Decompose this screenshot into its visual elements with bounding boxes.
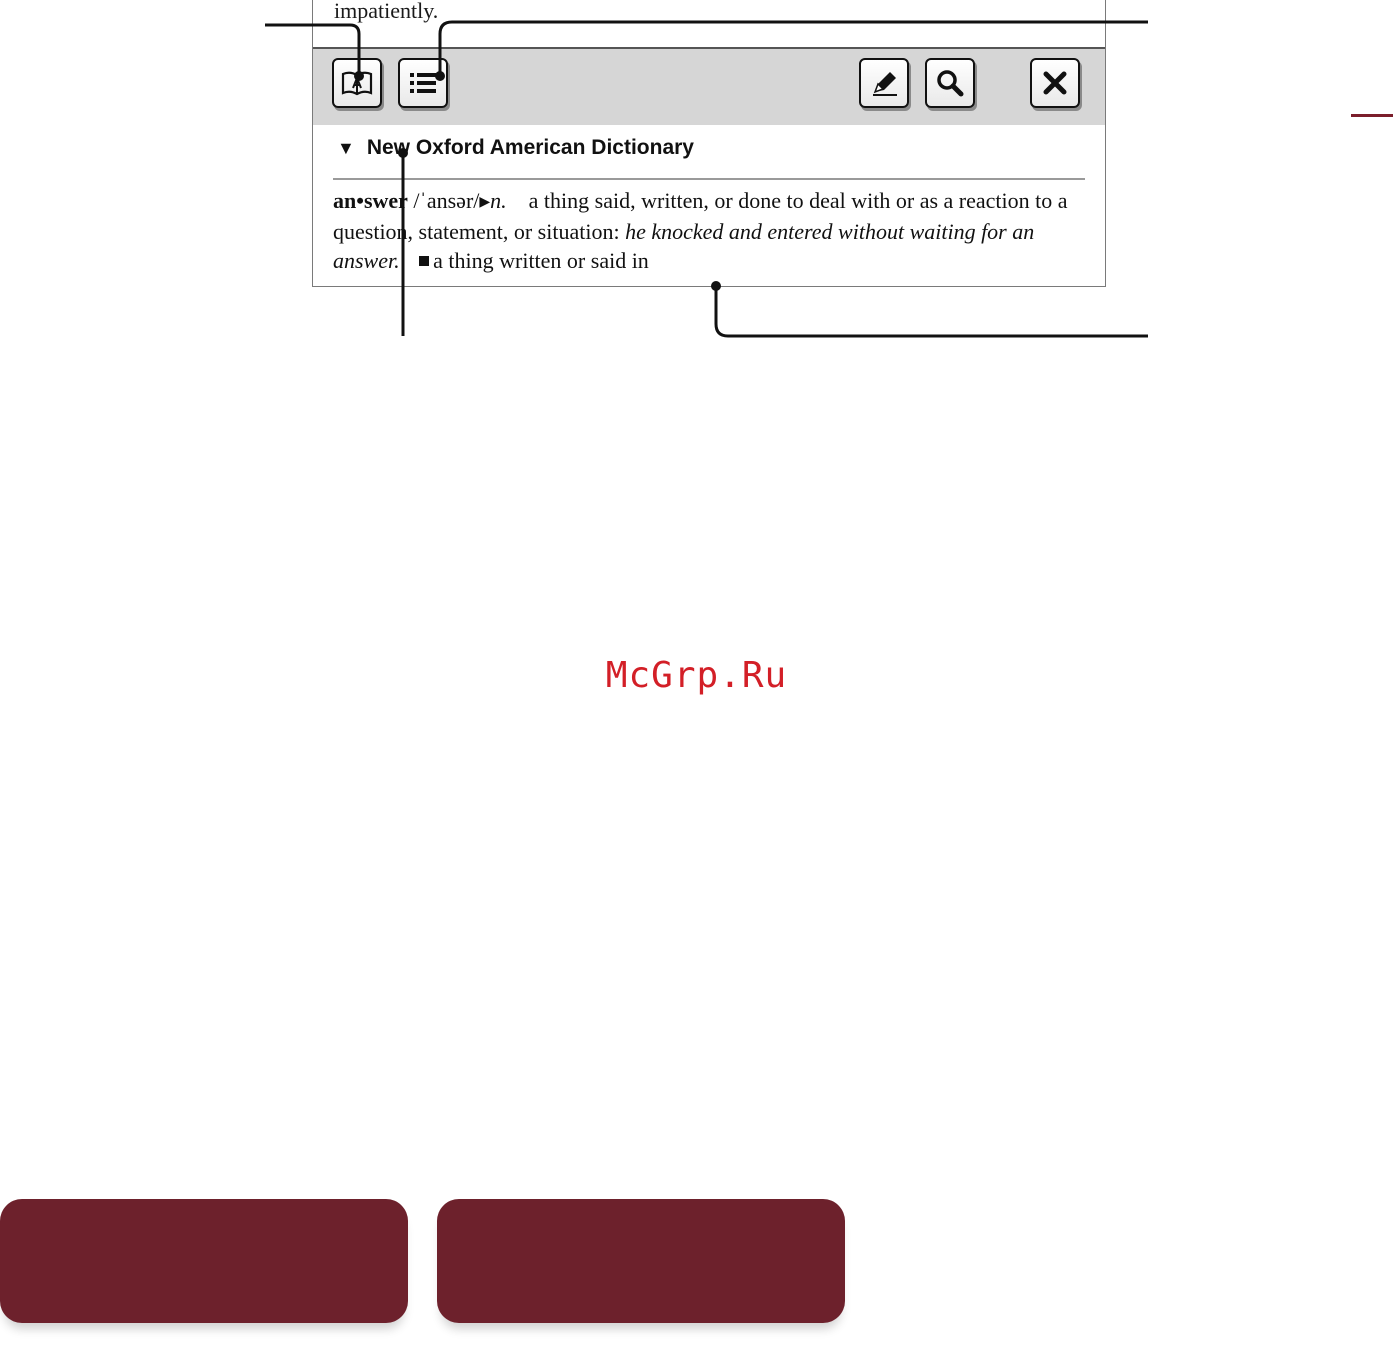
dictionary-entry: an•swer /ˈansər/▶n. a thing said, writte… [333, 186, 1085, 275]
callout-line-entry [714, 286, 1148, 338]
dictionary-book-button[interactable] [332, 58, 382, 108]
header-divider [333, 178, 1085, 180]
nav-tab-right[interactable] [437, 1199, 845, 1323]
pen-button[interactable] [859, 58, 909, 108]
pos-marker-icon: ▶ [479, 195, 491, 210]
list-icon [410, 73, 436, 93]
nav-tab-left[interactable] [0, 1199, 408, 1323]
pencil-icon [873, 72, 897, 96]
dictionary-toolbar [313, 47, 1105, 125]
entry-definition-2: a thing written or said in [433, 248, 649, 273]
dictionary-name-header[interactable]: ▼ New Oxford American Dictionary [337, 136, 694, 160]
previous-page-text: impatiently. [334, 0, 439, 23]
section-accent-mark [1351, 114, 1393, 117]
collapse-triangle-icon: ▼ [337, 137, 355, 158]
open-book-icon [341, 71, 373, 96]
watermark-text: McGrp.Ru [605, 655, 788, 696]
list-button[interactable] [398, 58, 448, 108]
entry-headword: an•swer [333, 188, 408, 213]
entry-part-of-speech: n. [490, 188, 507, 213]
close-icon [1043, 71, 1067, 95]
dictionary-name: New Oxford American Dictionary [366, 136, 694, 159]
entry-pronunciation: /ˈansər/ [413, 188, 480, 213]
reader-screen: impatiently. ▼ New Oxford American Dicti… [312, 0, 1106, 287]
search-button[interactable] [925, 58, 975, 108]
magnifier-icon [937, 70, 964, 97]
close-button[interactable] [1030, 58, 1080, 108]
sense-bullet-icon [419, 256, 430, 267]
